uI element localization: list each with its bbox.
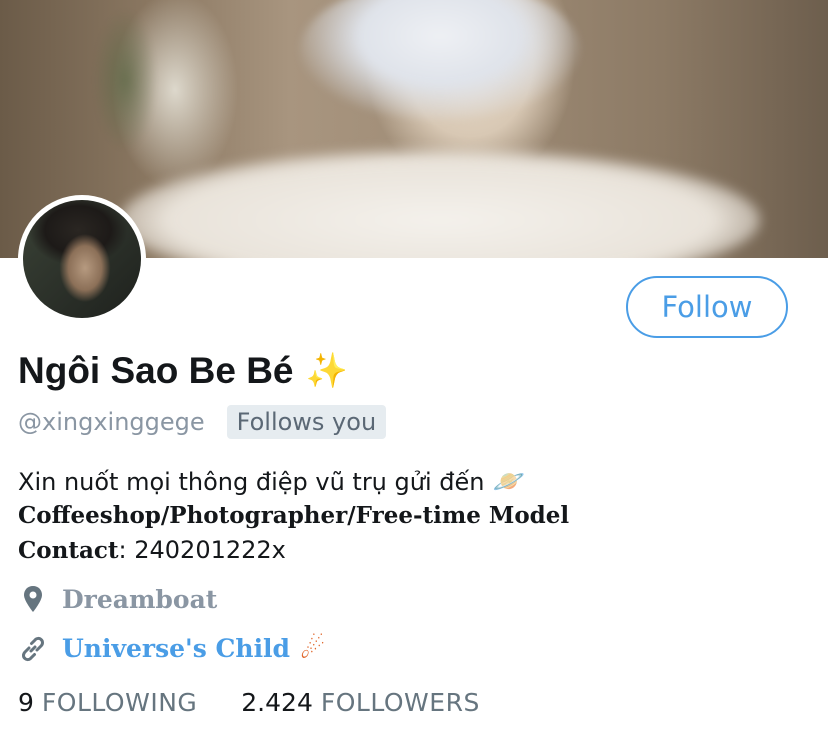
link-icon bbox=[18, 634, 48, 664]
banner-plant-detail bbox=[70, 0, 180, 200]
following-count: 9 bbox=[18, 688, 34, 717]
bio-line-1: Xin nuốt mọi thông điệp vũ trụ gửi đến 🪐 bbox=[18, 465, 569, 499]
website-link[interactable]: Universe's Child bbox=[62, 634, 290, 663]
sparkles-emoji: ✨ bbox=[305, 352, 348, 390]
follow-stats: 9 FOLLOWING 2.424 FOLLOWERS bbox=[18, 688, 480, 717]
banner-tub-detail bbox=[120, 150, 760, 258]
user-handle: @xingxinggege bbox=[18, 408, 205, 436]
profile-bio: Xin nuốt mọi thông điệp vũ trụ gửi đến 🪐… bbox=[18, 465, 569, 568]
follows-you-badge: Follows you bbox=[226, 405, 387, 439]
followers-label: FOLLOWERS bbox=[320, 688, 480, 717]
map-pin-icon bbox=[18, 584, 48, 614]
follow-button[interactable]: Follow bbox=[626, 276, 788, 338]
followers-count: 2.424 bbox=[241, 688, 313, 717]
location-text: Dreamboat bbox=[62, 584, 218, 614]
display-name: Ngôi Sao Be Bé bbox=[18, 350, 294, 391]
location-row: Dreamboat bbox=[18, 584, 217, 614]
planet-emoji: 🪐 bbox=[492, 467, 525, 497]
bio-line-2: Coffeeshop/Photographer/Free-time Model bbox=[18, 502, 570, 529]
bio-line-1-text: Xin nuốt mọi thông điệp vũ trụ gửi đến bbox=[18, 468, 485, 496]
bio-contact-line: Contact: 240201222x bbox=[18, 533, 569, 568]
following-label: FOLLOWING bbox=[41, 688, 198, 717]
handle-row: @xingxinggege Follows you bbox=[18, 405, 387, 439]
following-stat[interactable]: 9 FOLLOWING bbox=[18, 688, 197, 717]
followers-stat[interactable]: 2.424 FOLLOWERS bbox=[241, 688, 480, 717]
avatar-photo bbox=[23, 200, 141, 318]
contact-value: : 240201222x bbox=[118, 536, 286, 564]
website-row: Universe's Child ☄ bbox=[18, 632, 325, 665]
avatar[interactable] bbox=[18, 195, 146, 323]
banner-hair-detail bbox=[300, 0, 580, 120]
contact-label: Contact bbox=[18, 537, 119, 564]
comet-emoji: ☄ bbox=[300, 633, 326, 664]
name-row: Ngôi Sao Be Bé ✨ bbox=[18, 350, 348, 392]
